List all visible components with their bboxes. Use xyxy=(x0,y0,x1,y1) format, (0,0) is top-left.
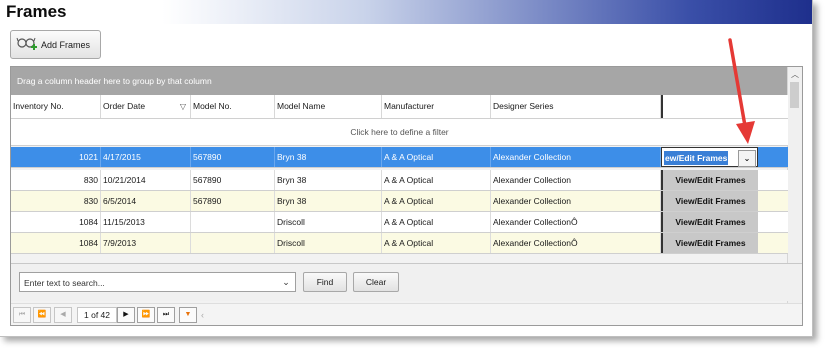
chevron-down-icon[interactable]: ⌄ xyxy=(279,273,293,291)
scroll-left-icon[interactable]: ‹ xyxy=(201,307,211,323)
column-header-inventory[interactable]: Inventory No. xyxy=(11,95,101,118)
column-header-order-date-label: Order Date xyxy=(103,101,146,111)
cell-inventory: 1084 xyxy=(11,233,101,253)
table-row[interactable]: 830 10/21/2014 567890 Bryn 38 A & A Opti… xyxy=(11,170,788,191)
cell-manufacturer: A & A Optical xyxy=(382,212,491,232)
action-editor[interactable]: ew/Edit Frames ⌄ xyxy=(661,147,758,167)
cell-designer-series: Alexander Collection xyxy=(491,147,661,167)
view-edit-frames-button[interactable]: View/Edit Frames xyxy=(661,170,758,190)
cell-model-name: Driscoll xyxy=(275,233,382,253)
filter-icon[interactable]: ▼ xyxy=(179,307,197,323)
column-header-row: Inventory No. Order Date ▽ Model No. Mod… xyxy=(11,95,788,119)
search-panel: ⌄ Find Clear xyxy=(11,263,802,301)
prev-page-icon[interactable]: ◀ xyxy=(54,307,72,323)
group-panel[interactable]: Drag a column header here to group by th… xyxy=(11,67,788,95)
last-page-icon[interactable]: ⏭ xyxy=(157,307,175,323)
cell-order-date: 4/17/2015 xyxy=(101,147,191,167)
frames-grid: Drag a column header here to group by th… xyxy=(10,66,803,326)
action-editor-text[interactable]: ew/Edit Frames xyxy=(664,151,729,165)
cell-designer-series: Alexander Collection xyxy=(491,191,661,211)
first-page-icon[interactable]: ⏮ xyxy=(13,307,31,323)
cell-manufacturer: A & A Optical xyxy=(382,233,491,253)
search-field[interactable]: ⌄ xyxy=(19,272,296,292)
scroll-up-icon[interactable]: ︿ xyxy=(788,68,802,81)
column-header-action[interactable] xyxy=(661,95,758,118)
column-header-manufacturer[interactable]: Manufacturer xyxy=(382,95,491,118)
cell-model-name: Bryn 38 xyxy=(275,191,382,211)
find-button[interactable]: Find xyxy=(303,272,347,292)
cell-model-name: Bryn 38 xyxy=(275,147,382,167)
clear-button[interactable]: Clear xyxy=(353,272,399,292)
cell-model-no xyxy=(191,212,275,232)
cell-order-date: 7/9/2013 xyxy=(101,233,191,253)
cell-designer-series: Alexander Collection xyxy=(491,170,661,190)
next-page-set-icon[interactable]: ⏩ xyxy=(137,307,155,323)
title-bar: Frames xyxy=(0,0,812,24)
cell-inventory: 830 xyxy=(11,170,101,190)
filter-row[interactable]: Click here to define a filter xyxy=(11,119,788,146)
column-header-model-no[interactable]: Model No. xyxy=(191,95,275,118)
cell-inventory: 1021 xyxy=(11,147,101,167)
view-edit-frames-button[interactable]: View/Edit Frames xyxy=(661,191,758,211)
cell-model-no: 567890 xyxy=(191,170,275,190)
next-page-icon[interactable]: ▶ xyxy=(117,307,135,323)
cell-order-date: 6/5/2014 xyxy=(101,191,191,211)
cell-manufacturer: A & A Optical xyxy=(382,170,491,190)
pager: ⏮ ⏪ ◀ 1 of 42 ▶ ⏩ ⏭ ▼ ‹ xyxy=(11,303,802,325)
cell-inventory: 1084 xyxy=(11,212,101,232)
table-row[interactable]: 830 6/5/2014 567890 Bryn 38 A & A Optica… xyxy=(11,191,788,212)
grid-rows: 1021 4/17/2015 567890 Bryn 38 A & A Opti… xyxy=(11,147,788,262)
column-header-order-date[interactable]: Order Date ▽ xyxy=(101,95,191,118)
cell-model-no: 567890 xyxy=(191,147,275,167)
cell-model-no: 567890 xyxy=(191,191,275,211)
cell-order-date: 10/21/2014 xyxy=(101,170,191,190)
cell-manufacturer: A & A Optical xyxy=(382,147,491,167)
chevron-down-icon[interactable]: ⌄ xyxy=(738,150,756,167)
prev-page-set-icon[interactable]: ⏪ xyxy=(33,307,51,323)
add-frames-label: Add Frames xyxy=(41,39,91,50)
cell-designer-series: Alexander CollectionÔ xyxy=(491,233,661,253)
table-row[interactable]: 1084 11/15/2013 Driscoll A & A Optical A… xyxy=(11,212,788,233)
add-frames-button[interactable]: Add Frames xyxy=(10,30,101,59)
sort-icon: ▽ xyxy=(179,102,186,111)
view-edit-frames-button[interactable]: View/Edit Frames xyxy=(661,233,758,253)
scroll-thumb[interactable] xyxy=(790,82,799,108)
column-header-model-name[interactable]: Model Name xyxy=(275,95,382,118)
cell-model-name: Driscoll xyxy=(275,212,382,232)
page-indicator: 1 of 42 xyxy=(77,307,117,323)
cell-inventory: 830 xyxy=(11,191,101,211)
search-input[interactable] xyxy=(22,274,276,292)
window-title: Frames xyxy=(6,2,67,21)
table-row[interactable]: 1084 7/9/2013 Driscoll A & A Optical Ale… xyxy=(11,233,788,254)
cell-model-name: Bryn 38 xyxy=(275,170,382,190)
cell-manufacturer: A & A Optical xyxy=(382,191,491,211)
cell-order-date: 11/15/2013 xyxy=(101,212,191,232)
column-header-designer-series[interactable]: Designer Series xyxy=(491,95,661,118)
view-edit-frames-button[interactable]: View/Edit Frames xyxy=(661,212,758,232)
cell-model-no xyxy=(191,233,275,253)
frames-add-icon xyxy=(16,34,38,56)
frames-window: Frames Add Frames Drag a column header h… xyxy=(0,0,813,337)
table-row[interactable]: 1021 4/17/2015 567890 Bryn 38 A & A Opti… xyxy=(11,147,788,168)
cell-designer-series: Alexander CollectionÔ xyxy=(491,212,661,232)
